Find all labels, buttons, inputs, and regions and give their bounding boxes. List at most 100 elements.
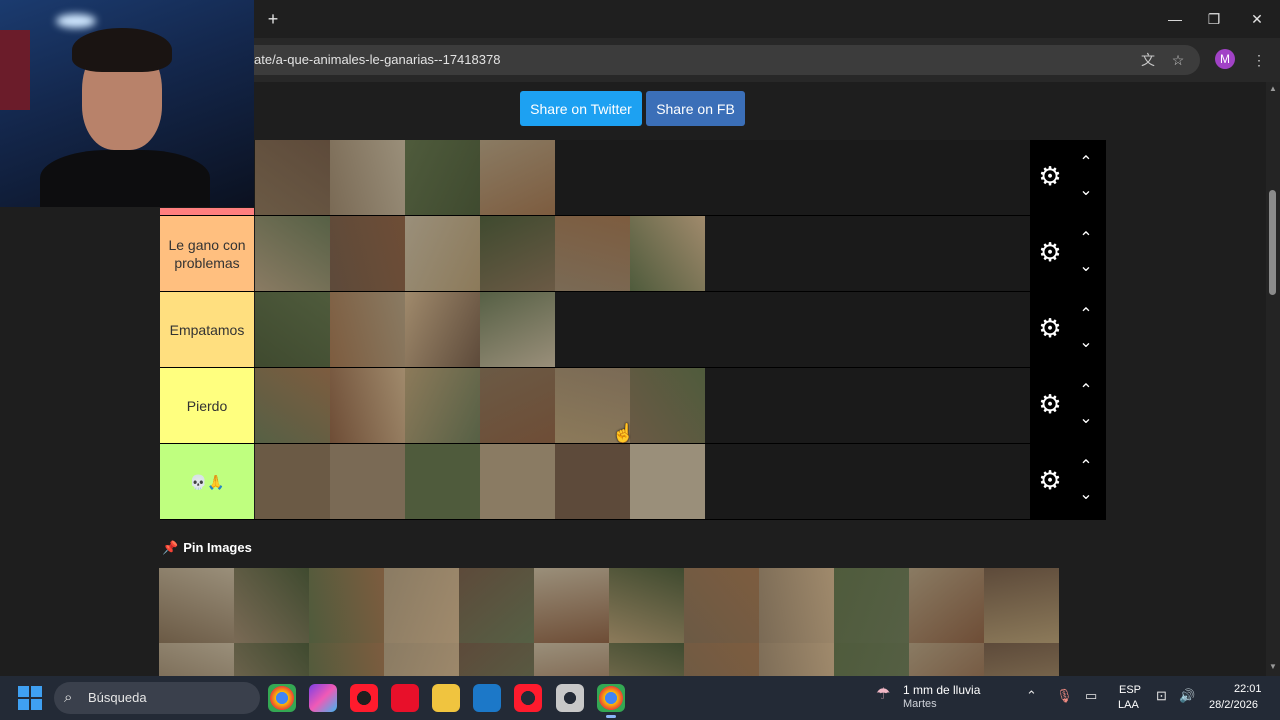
tier-label[interactable]: Le gano con problemas xyxy=(160,216,254,291)
tile-giant-otter[interactable] xyxy=(405,140,480,215)
chevron-up-icon[interactable]: ⌃ xyxy=(1074,306,1098,324)
chevron-up-icon[interactable]: ⌃ xyxy=(1074,382,1098,400)
tile-spider-monkey[interactable] xyxy=(984,568,1059,643)
chevron-up-icon[interactable]: ⌃ xyxy=(1074,154,1098,172)
tile-cougar[interactable] xyxy=(480,444,555,519)
tile-polar-bear[interactable] xyxy=(255,444,330,519)
obs-app-icon[interactable] xyxy=(556,684,584,712)
tier-label[interactable]: Empatamos xyxy=(160,292,254,367)
tile-anaconda[interactable] xyxy=(255,368,330,443)
gear-icon[interactable]: ⚙ xyxy=(1036,162,1064,190)
volume-icon[interactable]: 🔊 xyxy=(1179,688,1195,704)
tile-rottweiler[interactable] xyxy=(630,444,705,519)
tile-mandrill[interactable] xyxy=(330,216,405,291)
tier-row: Empatamos ⚙ ⌃ ⌄ xyxy=(160,292,1106,368)
tile-caracal[interactable] xyxy=(480,292,555,367)
weather-line-2[interactable]: Martes xyxy=(903,698,937,710)
tile-harpy-eagle[interactable] xyxy=(630,216,705,291)
media-app-icon[interactable] xyxy=(391,684,419,712)
clock-date[interactable]: 28/2/2026 xyxy=(1209,699,1258,711)
tile-deer[interactable] xyxy=(684,568,759,643)
tier-controls: ⚙ ⌃ ⌄ xyxy=(1030,216,1106,291)
editor-app-icon[interactable] xyxy=(473,684,501,712)
chevron-down-icon[interactable]: ⌄ xyxy=(1074,182,1098,200)
tier-controls: ⚙ ⌃ ⌄ xyxy=(1030,292,1106,367)
chevron-up-icon[interactable]: ⌃ xyxy=(1074,230,1098,248)
tile-kangaroo[interactable] xyxy=(459,568,534,643)
chevron-up-icon[interactable]: ⌃ xyxy=(1074,458,1098,476)
new-tab-button[interactable]: + xyxy=(262,8,284,30)
scrollbar-thumb[interactable] xyxy=(1269,190,1276,295)
tile-mongoose[interactable] xyxy=(309,568,384,643)
tile-raccoon[interactable] xyxy=(909,568,984,643)
tile-sun-bear[interactable] xyxy=(255,292,330,367)
tier-label[interactable]: Pierdo xyxy=(160,368,254,443)
tile-crocodile[interactable] xyxy=(405,216,480,291)
menu-kebab-icon[interactable]: ⋮ xyxy=(1249,50,1269,70)
bookmark-star-icon[interactable]: ☆ xyxy=(1168,50,1188,70)
gear-icon[interactable]: ⚙ xyxy=(1036,466,1064,494)
restore-button[interactable]: ❐ xyxy=(1202,8,1226,30)
tile-alligator[interactable] xyxy=(759,568,834,643)
file-explorer-icon[interactable] xyxy=(432,684,460,712)
chrome-profile-app-icon[interactable] xyxy=(597,684,625,718)
tile-wolverine[interactable] xyxy=(405,292,480,367)
page-scrollbar[interactable] xyxy=(1266,82,1280,676)
clock-time[interactable]: 22:01 xyxy=(1234,683,1262,695)
microphone-icon[interactable]: 🎙 xyxy=(1056,688,1073,704)
network-icon[interactable]: ⊡ xyxy=(1156,688,1167,704)
windows-start-icon[interactable] xyxy=(18,686,42,710)
tile-snow-leopard[interactable] xyxy=(405,368,480,443)
tile-maned-wolf[interactable] xyxy=(480,216,555,291)
chevron-down-icon[interactable]: ⌄ xyxy=(1074,410,1098,428)
tile-cassowary[interactable] xyxy=(555,216,630,291)
language-line-1[interactable]: ESP xyxy=(1119,684,1141,696)
weather-rain-icon[interactable]: ☂ xyxy=(876,684,896,704)
chrome-app-icon[interactable] xyxy=(268,684,296,712)
person-hair xyxy=(72,28,172,72)
gear-icon[interactable]: ⚙ xyxy=(1036,314,1064,342)
keyboard-layout-icon[interactable]: ▭ xyxy=(1085,688,1097,704)
gear-icon[interactable]: ⚙ xyxy=(1036,238,1064,266)
taskbar-search-box[interactable] xyxy=(54,682,260,714)
tile-kangal-dog[interactable] xyxy=(405,444,480,519)
tile-cheetah[interactable] xyxy=(159,568,234,643)
tile-geese[interactable] xyxy=(480,140,555,215)
tile-blue-bird[interactable] xyxy=(384,568,459,643)
tile-tiger[interactable] xyxy=(330,444,405,519)
close-window-button[interactable]: ✕ xyxy=(1245,8,1269,30)
tile-anteater[interactable] xyxy=(255,140,330,215)
translate-icon[interactable]: 文 xyxy=(1138,50,1158,70)
chevron-down-icon[interactable]: ⌄ xyxy=(1074,334,1098,352)
tray-chevron-up-icon[interactable]: ⌃ xyxy=(1026,688,1037,704)
gear-icon[interactable]: ⚙ xyxy=(1036,390,1064,418)
tile-panda[interactable] xyxy=(480,368,555,443)
tile-honey-badger[interactable] xyxy=(255,216,330,291)
tile-tasmanian-devil[interactable] xyxy=(834,568,909,643)
share-fb-button[interactable]: Share on FB xyxy=(646,91,745,126)
chevron-down-icon[interactable]: ⌄ xyxy=(1074,486,1098,504)
tier-label[interactable]: 💀🙏 xyxy=(160,444,254,519)
chevron-down-icon[interactable]: ⌄ xyxy=(1074,258,1098,276)
minimize-button[interactable]: — xyxy=(1163,8,1187,30)
opera-gx-app-icon[interactable] xyxy=(514,684,542,712)
scroll-up-arrow-icon[interactable]: ▲ xyxy=(1267,84,1279,94)
tier-label[interactable] xyxy=(160,208,254,215)
scroll-down-arrow-icon[interactable]: ▼ xyxy=(1267,662,1279,672)
share-twitter-button[interactable]: Share on Twitter xyxy=(520,91,642,126)
tile-african-wild-dog[interactable] xyxy=(330,292,405,367)
copilot-app-icon[interactable] xyxy=(309,684,337,712)
profile-avatar[interactable]: M xyxy=(1215,49,1235,69)
tile-ram[interactable] xyxy=(609,568,684,643)
tile-andean-condor[interactable] xyxy=(330,140,405,215)
opera-app-icon[interactable] xyxy=(350,684,378,712)
tile-orangutan[interactable] xyxy=(630,368,705,443)
tile-donkey[interactable] xyxy=(534,568,609,643)
tile-hyena[interactable] xyxy=(555,444,630,519)
tile-komodo-dragon[interactable] xyxy=(330,368,405,443)
tile-moose[interactable] xyxy=(234,568,309,643)
url-text[interactable]: ate/a-que-animales-le-ganarias--17418378 xyxy=(254,52,500,67)
weather-line-1[interactable]: 1 mm de lluvia xyxy=(903,683,980,697)
taskbar-search-placeholder[interactable]: Búsqueda xyxy=(88,690,147,705)
language-line-2[interactable]: LAA xyxy=(1118,699,1139,711)
